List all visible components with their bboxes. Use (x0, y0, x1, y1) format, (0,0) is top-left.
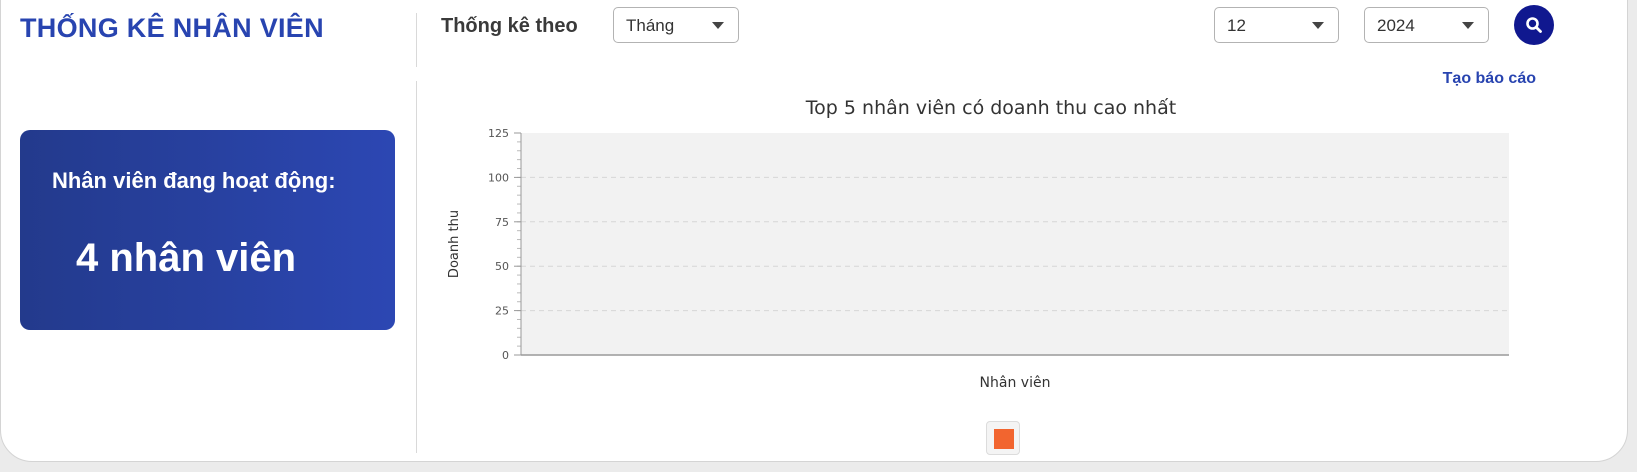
y-axis-ticks: 0 25 50 75 100 125 (488, 127, 521, 362)
revenue-chart: Top 5 nhân viên có doanh thu cao nhất 0 2… (441, 91, 1571, 463)
period-select[interactable]: Tháng (613, 7, 739, 43)
y-axis-minor-ticks (517, 132, 521, 356)
y-tick-label: 125 (488, 127, 509, 140)
plot-area (521, 133, 1509, 355)
y-tick-label: 50 (495, 260, 509, 273)
y-tick-label: 25 (495, 305, 509, 318)
revenue-chart-svg: Top 5 nhân viên có doanh thu cao nhất 0 2… (447, 97, 1509, 391)
month-select-value: 12 (1227, 16, 1246, 35)
chart-title: Top 5 nhân viên có doanh thu cao nhất (805, 97, 1176, 119)
year-select[interactable]: 2024 (1364, 7, 1489, 43)
y-tick-label: 75 (495, 216, 509, 229)
active-employees-label: Nhân viên đang hoạt động: (52, 168, 336, 193)
period-select-value: Tháng (626, 16, 675, 35)
filter-label: Thống kê theo (441, 15, 578, 37)
month-select[interactable]: 12 (1214, 7, 1339, 43)
y-tick-label: 0 (502, 349, 509, 362)
year-select-value: 2024 (1377, 16, 1415, 35)
statistics-panel: THỐNG KÊ NHÂN VIÊN Thống kê theo Tháng 1… (0, 0, 1628, 462)
active-employees-count: 4 nhân viên (76, 236, 297, 280)
header-divider (416, 13, 417, 67)
page-title: THỐNG KÊ NHÂN VIÊN (20, 13, 324, 43)
x-axis-label: Nhân viên (980, 375, 1051, 391)
legend-item[interactable] (986, 421, 1020, 455)
search-button[interactable] (1514, 5, 1554, 45)
y-axis-label: Doanh thu (447, 210, 462, 278)
chevron-down-icon (1462, 22, 1474, 29)
search-icon (1526, 17, 1542, 33)
content-divider (416, 81, 417, 453)
legend-swatch (994, 429, 1014, 449)
y-tick-label: 100 (488, 171, 509, 184)
create-report-link[interactable]: Tạo báo cáo (1443, 70, 1536, 88)
active-employees-card: Nhân viên đang hoạt động: 4 nhân viên (20, 130, 395, 330)
chevron-down-icon (1312, 22, 1324, 29)
chevron-down-icon (712, 22, 724, 29)
